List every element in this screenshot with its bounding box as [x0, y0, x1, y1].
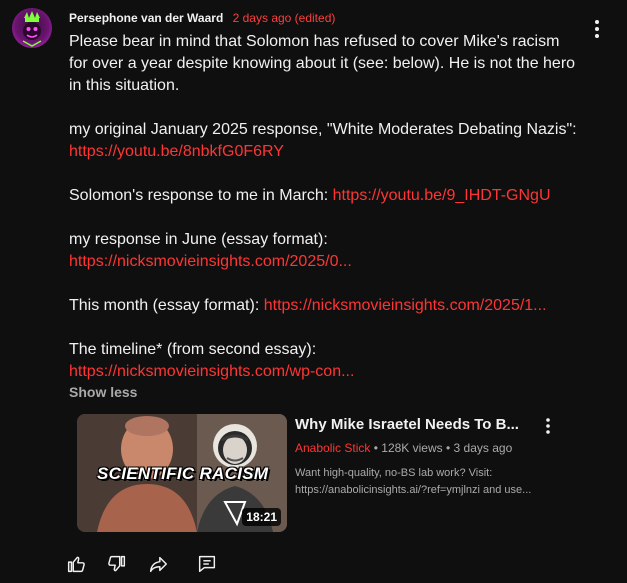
comment-link[interactable]: https://youtu.be/9_IHDT-GNgU — [333, 187, 551, 204]
comment-text: The timeline* (from second essay): — [69, 341, 317, 358]
comment-line: my original January 2025 response, "Whit… — [69, 119, 609, 141]
thumbs-down-icon — [108, 555, 126, 572]
video-description-line: Want high-quality, no-BS lab work? Visit… — [295, 467, 493, 479]
share-icon — [149, 556, 167, 573]
video-title[interactable]: Why Mike Israetel Needs To B... — [295, 415, 523, 435]
comment-line: https://nicksmovieinsights.com/2025/0... — [69, 251, 609, 273]
video-meta: Anabolic Stick • 128K views • 3 days ago — [295, 440, 512, 456]
dislike-button[interactable] — [105, 552, 129, 576]
comment-text: Please bear in mind that Solomon has ref… — [69, 33, 560, 50]
comment-line: in this situation. — [69, 75, 609, 97]
comment-link[interactable]: https://nicksmovieinsights.com/2025/1... — [264, 297, 547, 314]
comment-link[interactable]: https://nicksmovieinsights.com/wp-con... — [69, 363, 354, 380]
video-views: 128K views — [381, 441, 443, 455]
video-duration: 18:21 — [242, 508, 281, 526]
like-button[interactable] — [64, 552, 88, 576]
video-channel[interactable]: Anabolic Stick — [295, 441, 370, 455]
comment-text: my original January 2025 response, "Whit… — [69, 121, 577, 138]
comment-text: Solomon's response to me in March: — [69, 187, 333, 204]
author-name[interactable]: Persephone van der Waard — [69, 11, 223, 25]
video-description: Want high-quality, no-BS lab work? Visit… — [295, 465, 563, 499]
comment-line: https://youtu.be/8nbkfG0F6RY — [69, 141, 609, 163]
comment-text: for over a year despite knowing about it… — [69, 55, 576, 72]
comment-actions — [64, 552, 236, 576]
comment-line: This month (essay format): https://nicks… — [69, 295, 609, 317]
comment-line: Please bear in mind that Solomon has ref… — [69, 31, 609, 53]
video-description-line: https://anabolicinsights.ai/?ref=ymjlnzi… — [295, 484, 532, 496]
comment-line: my response in June (essay format): — [69, 229, 609, 251]
comment-line: Solomon's response to me in March: https… — [69, 185, 609, 207]
video-thumbnail[interactable]: SCIENTIFIC RACISM 18:21 — [77, 414, 287, 532]
more-vert-icon — [546, 418, 550, 434]
share-button[interactable] — [146, 552, 170, 576]
comment-line: for over a year despite knowing about it… — [69, 53, 609, 75]
comment-header: Persephone van der Waard 2 days ago (edi… — [69, 10, 335, 26]
video-menu-button[interactable] — [540, 416, 556, 436]
comment-timestamp[interactable]: 2 days ago (edited) — [233, 11, 336, 25]
comment-link[interactable]: https://youtu.be/8nbkfG0F6RY — [69, 143, 284, 160]
thumbs-up-icon — [67, 556, 85, 573]
comment-line: https://nicksmovieinsights.com/wp-con... — [69, 361, 609, 383]
comment-body: Please bear in mind that Solomon has ref… — [69, 31, 609, 383]
avatar-image — [22, 11, 42, 47]
video-age: 3 days ago — [453, 441, 513, 455]
reply-button[interactable] — [195, 552, 219, 576]
comment-link[interactable]: https://nicksmovieinsights.com/2025/0... — [69, 253, 352, 270]
comment-line: The timeline* (from second essay): — [69, 339, 609, 361]
reply-icon — [198, 555, 216, 573]
comment-text: This month (essay format): — [69, 297, 264, 314]
show-less-button[interactable]: Show less — [69, 383, 137, 401]
comment-text: in this situation. — [69, 77, 180, 94]
meta-separator: • — [445, 441, 454, 455]
thumbnail-caption: SCIENTIFIC RACISM — [97, 464, 269, 483]
avatar[interactable] — [12, 8, 52, 48]
comment-text: my response in June (essay format): — [69, 231, 328, 248]
